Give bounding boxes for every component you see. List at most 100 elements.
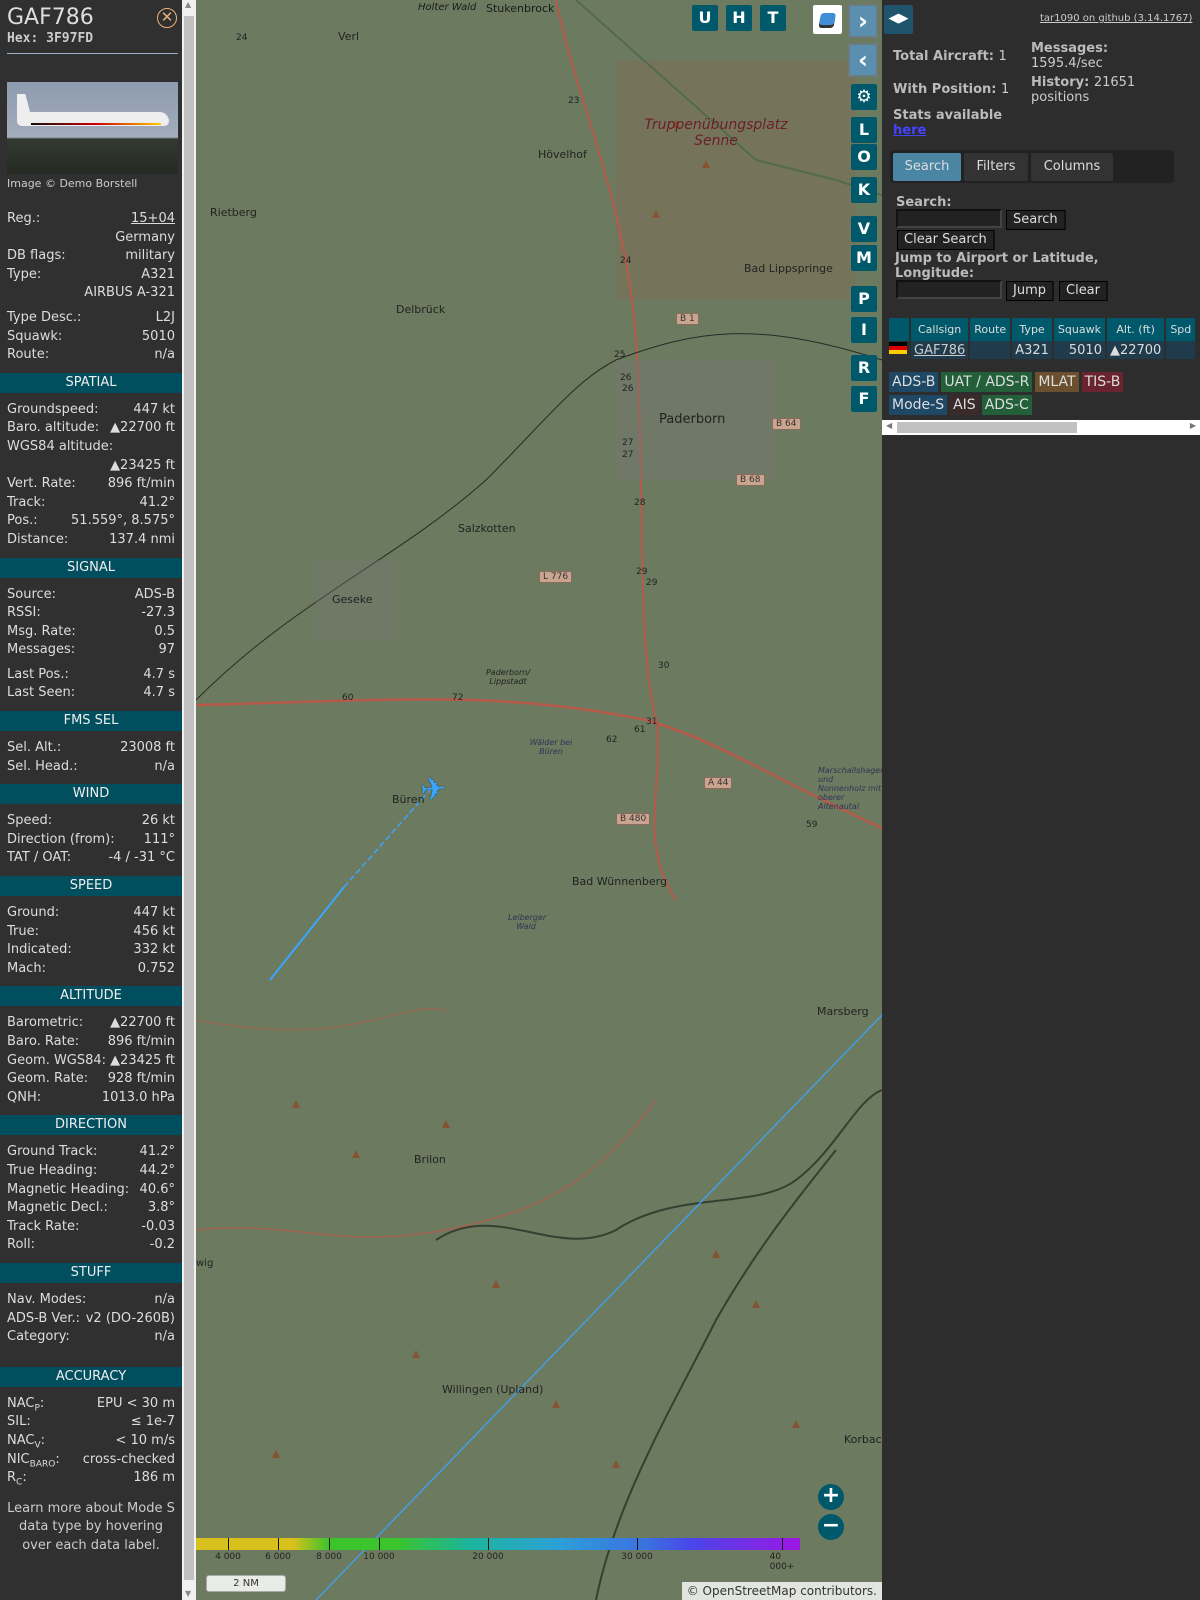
stats-link[interactable]: here — [893, 123, 926, 138]
detail-label[interactable]: Pos.: — [7, 512, 38, 531]
col-speed[interactable]: Spd — [1166, 318, 1196, 341]
detail-label[interactable]: Sel. Head.: — [7, 758, 78, 777]
detail-label[interactable]: SIL: — [7, 1413, 31, 1432]
collapse-left-icon[interactable]: ‹ — [848, 43, 878, 77]
detail-label[interactable]: RC: — [7, 1469, 27, 1488]
search-button[interactable]: Search — [1006, 210, 1066, 230]
legend-label: 6 000 — [265, 1552, 291, 1562]
detail-label[interactable]: Ground Track: — [7, 1143, 97, 1162]
detail-label[interactable]: RSSI: — [7, 604, 41, 623]
col-callsign[interactable]: Callsign — [911, 318, 969, 341]
button-l[interactable]: L — [851, 117, 877, 143]
detail-label[interactable]: Direction (from): — [7, 831, 115, 850]
detail-label[interactable]: Geom. WGS84: — [7, 1052, 106, 1071]
expand-right-icon[interactable]: › — [848, 4, 878, 38]
detail-label[interactable]: TAT / OAT: — [7, 849, 71, 868]
detail-label[interactable]: WGS84 altitude: — [7, 438, 113, 457]
detail-label[interactable]: Source: — [7, 586, 56, 605]
button-m[interactable]: M — [851, 245, 877, 271]
detail-label[interactable]: NICBARO: — [7, 1451, 60, 1470]
detail-label[interactable]: Nav. Modes: — [7, 1291, 86, 1310]
toggle-sidebar-icon[interactable]: ◀▶ — [884, 5, 913, 34]
table-scrollbar[interactable]: ◀ ▶ — [882, 420, 1200, 435]
map[interactable]: Verl Rietberg Hövelhof Delbrück Bad Lipp… — [196, 0, 882, 1600]
detail-label[interactable]: Route: — [7, 346, 49, 365]
button-u[interactable]: U — [692, 5, 718, 31]
detail-label[interactable]: Indicated: — [7, 941, 72, 960]
detail-label[interactable]: Distance: — [7, 531, 68, 550]
detail-label[interactable]: Barometric: — [7, 1014, 83, 1033]
detail-label[interactable]: Last Pos.: — [7, 666, 69, 685]
detail-label[interactable]: Geom. Rate: — [7, 1070, 88, 1089]
clear-button[interactable]: Clear — [1059, 281, 1108, 301]
search-input[interactable] — [896, 209, 1002, 228]
osm-link[interactable]: OpenStreetMap — [703, 1584, 797, 1598]
detail-label[interactable]: Squawk: — [7, 328, 62, 347]
detail-label[interactable]: Speed: — [7, 812, 52, 831]
col-altitude[interactable]: Alt. (ft) — [1106, 318, 1165, 341]
button-f[interactable]: F — [851, 386, 877, 412]
label-base: NIC — [7, 1451, 30, 1467]
detail-label[interactable]: Msg. Rate: — [7, 623, 76, 642]
close-icon[interactable]: ✕ — [157, 8, 177, 28]
col-flag[interactable] — [889, 318, 909, 341]
detail-label[interactable]: Ground: — [7, 904, 59, 923]
jump-button[interactable]: Jump — [1006, 281, 1054, 301]
zoom-out-button[interactable]: − — [818, 1514, 844, 1540]
github-link[interactable]: tar1090 on github (3.14.1767) — [1040, 13, 1192, 24]
cell-callsign[interactable]: GAF786 — [911, 341, 969, 359]
detail-value[interactable]: 15+04 — [131, 210, 175, 229]
button-v[interactable]: V — [851, 216, 877, 242]
detail-label[interactable]: NACV: — [7, 1432, 45, 1451]
detail-label[interactable]: True Heading: — [7, 1162, 97, 1181]
detail-label[interactable]: True: — [7, 923, 39, 942]
button-t[interactable]: T — [760, 5, 786, 31]
detail-label[interactable]: Category: — [7, 1328, 70, 1347]
callsign-link[interactable]: GAF786 — [914, 343, 965, 358]
detail-label[interactable]: Baro. altitude: — [7, 419, 99, 438]
detail-label[interactable]: Magnetic Heading: — [7, 1181, 129, 1200]
button-h[interactable]: H — [726, 5, 752, 31]
jump-input[interactable] — [896, 280, 1002, 299]
button-i[interactable]: I — [851, 317, 877, 343]
tab-columns[interactable]: Columns — [1031, 153, 1113, 181]
button-r[interactable]: R — [851, 355, 877, 381]
clear-search-button[interactable]: Clear Search — [897, 230, 995, 250]
detail-label[interactable]: Groundspeed: — [7, 401, 98, 420]
detail-label[interactable]: Reg.: — [7, 210, 40, 229]
detail-label[interactable]: Mach: — [7, 960, 46, 979]
detail-label[interactable]: Last Seen: — [7, 684, 75, 703]
detail-label[interactable]: Roll: — [7, 1236, 35, 1255]
zoom-in-button[interactable]: + — [818, 1484, 844, 1510]
detail-scrollbar[interactable]: ▲ ▼ — [182, 0, 196, 1600]
tab-filters[interactable]: Filters — [964, 153, 1028, 181]
detail-label[interactable]: Baro. Rate: — [7, 1033, 79, 1052]
detail-label[interactable]: QNH: — [7, 1089, 41, 1108]
aircraft-marker-icon[interactable]: ✈ — [418, 769, 448, 809]
detail-label[interactable]: NACP: — [7, 1395, 44, 1414]
detail-value: ▲22700 ft — [110, 420, 175, 436]
detail-label[interactable]: DB flags: — [7, 247, 66, 266]
col-route[interactable]: Route — [970, 318, 1011, 341]
registration-link[interactable]: 15+04 — [131, 211, 175, 226]
legend-tick — [228, 1538, 229, 1550]
detail-label[interactable]: Type: — [7, 266, 41, 285]
detail-label[interactable]: Sel. Alt.: — [7, 739, 61, 758]
col-type[interactable]: Type — [1012, 318, 1052, 341]
detail-label[interactable]: Type Desc.: — [7, 309, 81, 328]
col-squawk[interactable]: Squawk — [1053, 318, 1105, 341]
detail-label[interactable]: Vert. Rate: — [7, 475, 76, 494]
detail-label[interactable]: Track: — [7, 494, 45, 513]
detail-label[interactable]: Messages: — [7, 641, 75, 660]
aircraft-photo[interactable] — [7, 82, 178, 174]
button-p[interactable]: P — [851, 286, 877, 312]
detail-label[interactable]: Track Rate: — [7, 1218, 79, 1237]
detail-label[interactable]: ADS-B Ver.: — [7, 1310, 80, 1329]
tab-search[interactable]: Search — [893, 153, 961, 181]
detail-label[interactable]: Magnetic Decl.: — [7, 1199, 108, 1218]
button-k[interactable]: K — [851, 177, 877, 203]
button-o[interactable]: O — [851, 144, 877, 170]
table-row[interactable]: GAF786 A321 5010 ▲22700 — [889, 341, 1196, 359]
layers-icon[interactable] — [813, 5, 842, 34]
gear-icon[interactable]: ⚙ — [851, 84, 877, 110]
